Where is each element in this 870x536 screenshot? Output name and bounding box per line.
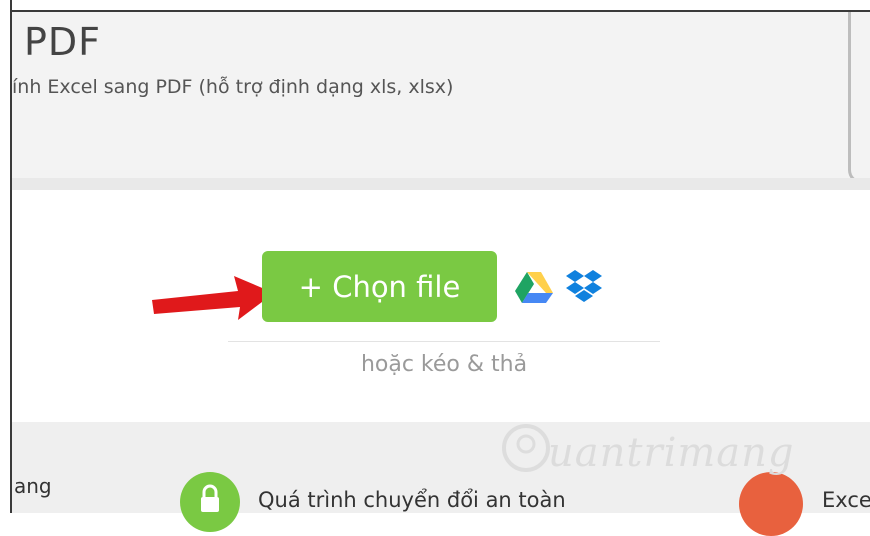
tool-header: PDF ính Excel sang PDF (hỗ trợ định dạng…	[12, 12, 870, 184]
feature-left-text: ang	[14, 474, 52, 498]
feature-right-text: Exce	[822, 488, 870, 512]
red-arrow-annotation	[152, 276, 274, 320]
page-subtitle: ính Excel sang PDF (hỗ trợ định dạng xls…	[12, 76, 454, 98]
lock-icon	[201, 484, 219, 512]
drag-drop-hint: hoặc kéo & thả	[360, 352, 528, 377]
header-shadow	[12, 178, 870, 190]
dropbox-icon[interactable]	[566, 268, 602, 304]
side-panel-edge	[848, 12, 870, 184]
page-title: PDF	[24, 20, 102, 64]
thumbs-up-icon	[739, 472, 803, 536]
choose-file-button[interactable]: + Chọn file	[262, 251, 497, 322]
google-drive-icon[interactable]	[514, 270, 554, 304]
watermark-text: uantrimang	[548, 430, 795, 476]
upload-divider	[228, 341, 660, 342]
feature-secure-text: Quá trình chuyển đổi an toàn	[258, 488, 566, 512]
